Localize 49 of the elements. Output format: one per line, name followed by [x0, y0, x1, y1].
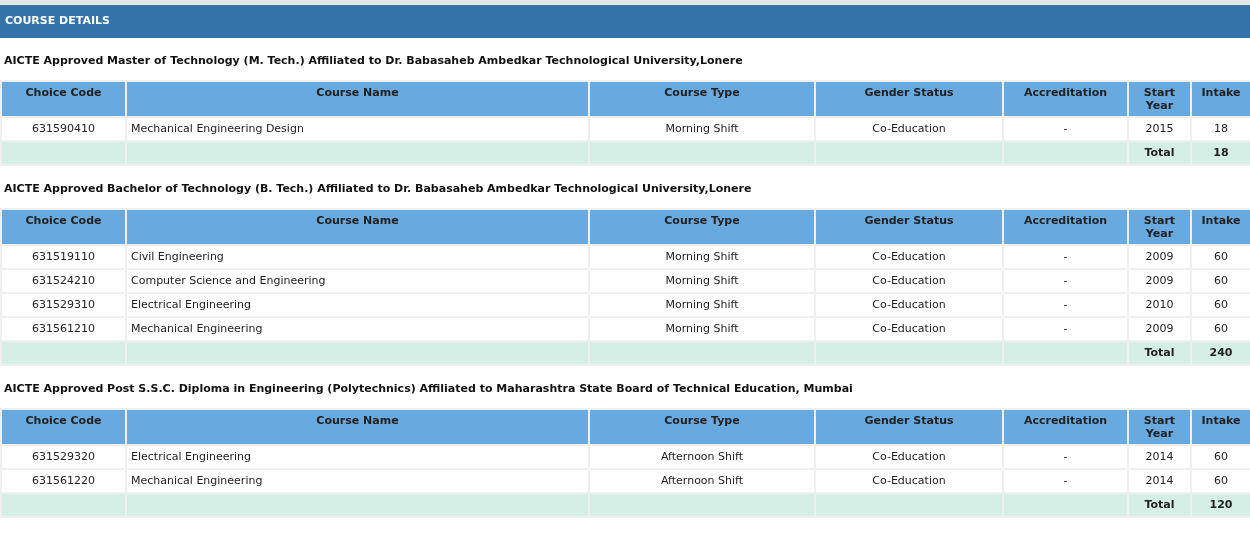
column-header: Accreditation [1003, 409, 1128, 445]
table-cell: Civil Engineering [126, 245, 589, 269]
column-header: Course Name [126, 409, 589, 445]
column-header: Course Type [589, 409, 815, 445]
table-cell: 2014 [1128, 445, 1191, 469]
table-cell: 2009 [1128, 245, 1191, 269]
table-cell: 631519110 [1, 245, 126, 269]
column-header: Start Year [1128, 409, 1191, 445]
column-header: Gender Status [815, 81, 1003, 117]
table-cell: Morning Shift [589, 245, 815, 269]
table-cell: - [1003, 269, 1128, 293]
column-header: Start Year [1128, 81, 1191, 117]
column-header: Gender Status [815, 409, 1003, 445]
column-header: Accreditation [1003, 81, 1128, 117]
table-cell: 631529310 [1, 293, 126, 317]
table-cell: Morning Shift [589, 293, 815, 317]
table-cell: - [1003, 445, 1128, 469]
table-cell: Co-Education [815, 293, 1003, 317]
column-header: Course Type [589, 81, 815, 117]
column-header: Intake [1191, 81, 1250, 117]
column-header: Choice Code [1, 209, 126, 245]
table-cell: 2010 [1128, 293, 1191, 317]
section-title: AICTE Approved Bachelor of Technology (B. Tech.) Affiliated to Dr. Babasaheb Ambedkar Technological University,Lonere [4, 180, 752, 197]
column-header: Course Name [126, 81, 589, 117]
table-cell: Electrical Engineering [126, 445, 589, 469]
table-cell: - [1003, 293, 1128, 317]
table-cell: 2009 [1128, 269, 1191, 293]
table-cell: Co-Education [815, 245, 1003, 269]
column-header: Choice Code [1, 81, 126, 117]
column-header: Choice Code [1, 409, 126, 445]
table-cell: Co-Education [815, 269, 1003, 293]
table-cell: Morning Shift [589, 269, 815, 293]
section-title: AICTE Approved Post S.S.C. Diploma in Engineering (Polytechnics) Affiliated to Maharashtra State Board of Technical Education, Mumbai [4, 380, 853, 397]
column-header: Intake [1191, 209, 1250, 245]
table-cell: Afternoon Shift [589, 445, 815, 469]
table-cell: 631524210 [1, 269, 126, 293]
section-title: AICTE Approved Master of Technology (M. Tech.) Affiliated to Dr. Babasaheb Ambedkar Technological University,Lonere [4, 52, 743, 69]
table-cell: Co-Education [815, 445, 1003, 469]
column-header: Course Name [126, 209, 589, 245]
table-cell: Computer Science and Engineering [126, 269, 589, 293]
column-header: Start Year [1128, 209, 1191, 245]
column-header: Gender Status [815, 209, 1003, 245]
column-header: Accreditation [1003, 209, 1128, 245]
table-cell: - [1003, 245, 1128, 269]
table-cell: 631529320 [1, 445, 126, 469]
column-header: Intake [1191, 409, 1250, 445]
table-cell: Electrical Engineering [126, 293, 589, 317]
section-header: COURSE DETAILS [0, 5, 1250, 38]
column-header: Course Type [589, 209, 815, 245]
